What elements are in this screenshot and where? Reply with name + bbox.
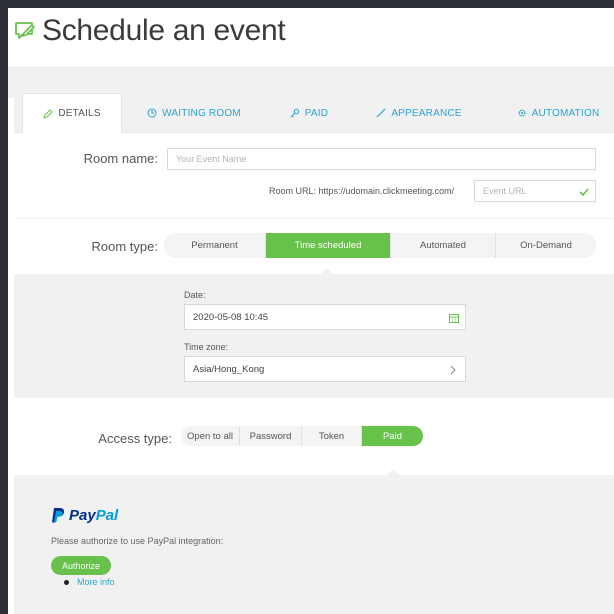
room-url-placeholder: Event URL [483, 186, 527, 196]
tab-details[interactable]: DETAILS [22, 93, 122, 134]
clock-icon [147, 108, 157, 118]
room-type-time-scheduled[interactable]: Time scheduled [266, 233, 391, 258]
selection-pointer [321, 268, 333, 274]
tab-automation[interactable]: AUTOMATION [510, 93, 606, 133]
room-details-panel: Room name: Your Event Name Room URL: htt… [14, 133, 614, 218]
date-label: Date: [184, 290, 206, 300]
page-header: Schedule an event [8, 8, 614, 68]
paypal-logo: Pay Pal [51, 505, 118, 525]
room-type-permanent[interactable]: Permanent [164, 233, 266, 258]
authorize-button[interactable]: Authorize [51, 556, 111, 575]
chevron-right-icon [450, 365, 456, 375]
access-type-selector: Open to all Password Token Paid [181, 426, 423, 446]
tab-label: DETAILS [58, 108, 101, 119]
event-form: DETAILS WAITING ROOM PAID APPEARANCE AUT… [14, 93, 614, 614]
calendar-icon[interactable] [449, 313, 459, 323]
tab-bar: DETAILS WAITING ROOM PAID APPEARANCE AUT… [14, 93, 614, 134]
pencil-icon [43, 108, 54, 119]
tab-label: AUTOMATION [531, 107, 600, 119]
tab-waiting-room[interactable]: WAITING ROOM [144, 93, 244, 133]
tab-appearance[interactable]: APPEARANCE [374, 93, 464, 133]
tab-label: PAID [304, 107, 329, 119]
paypal-brand-pal: Pal [95, 506, 119, 524]
access-paid[interactable]: Paid [362, 426, 423, 446]
chat-edit-icon [15, 22, 35, 39]
tab-label: WAITING ROOM [162, 107, 241, 119]
room-type-automated[interactable]: Automated [391, 233, 496, 258]
room-name-input[interactable]: Your Event Name [167, 148, 596, 170]
date-input[interactable]: 2020-05-08 10:45 [184, 304, 466, 330]
timezone-value: Asia/Hong_Kong [193, 363, 265, 375]
room-type-on-demand[interactable]: On-Demand [496, 233, 596, 258]
date-value: 2020-05-08 10:45 [193, 311, 269, 323]
app-window: Schedule an event DETAILS WAITING ROOM P… [8, 8, 614, 614]
selection-pointer [387, 469, 399, 475]
tab-label: APPEARANCE [391, 107, 462, 119]
timezone-label: Time zone: [184, 342, 229, 352]
page-title: Schedule an event [42, 14, 286, 47]
room-url-input[interactable]: Event URL [474, 180, 596, 202]
gear-icon [518, 109, 526, 117]
paypal-message: Please authorize to use PayPal integrati… [51, 536, 224, 546]
timezone-select[interactable]: Asia/Hong_Kong [184, 356, 466, 382]
tab-paid[interactable]: PAID [274, 93, 344, 133]
check-icon [579, 188, 589, 197]
paypal-brand-pay: Pay [69, 506, 96, 524]
room-type-panel: Room type: Permanent Time scheduled Auto… [14, 219, 614, 274]
access-password[interactable]: Password [240, 426, 302, 446]
access-token[interactable]: Token [302, 426, 362, 446]
access-type-panel: Access type: Open to all Password Token … [14, 398, 614, 475]
room-name-label: Room name: [83, 151, 158, 166]
access-type-label: Access type: [98, 431, 172, 446]
brush-icon [376, 108, 386, 118]
paypal-icon [52, 507, 65, 522]
more-info-link[interactable]: More info [77, 577, 115, 587]
bullet [64, 580, 69, 585]
access-open-to-all[interactable]: Open to all [181, 426, 240, 446]
room-url-label: Room URL: https://udomain.clickmeeting.c… [269, 186, 455, 196]
room-type-label: Room type: [91, 239, 158, 254]
room-type-selector: Permanent Time scheduled Automated On-De… [164, 233, 596, 258]
key-icon [290, 108, 299, 118]
